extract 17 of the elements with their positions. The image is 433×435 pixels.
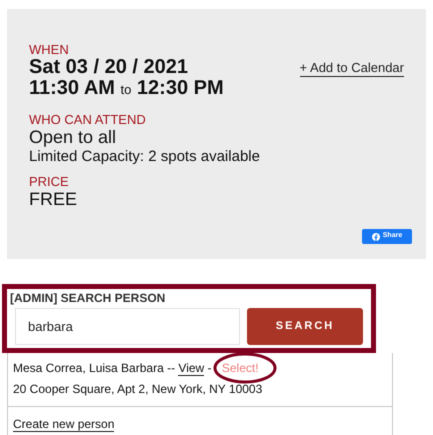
search-field[interactable]: barbara	[15, 308, 240, 345]
field-label: WHEN	[29, 43, 70, 57]
add-to-calendar-link[interactable]: + Add to Calendar	[300, 61, 404, 77]
search-button[interactable]: SEARCH	[247, 308, 363, 345]
facebook-icon	[372, 232, 380, 240]
event-time: 11:30 AM to 12:30 PM	[29, 77, 224, 101]
address-text: 20 Cooper Square, Apt 2, New York, NY 10003	[13, 381, 264, 398]
field-label: WHO CAN ATTEND	[29, 113, 147, 127]
capacity-text: Limited Capacity: 2 spots available	[29, 147, 261, 166]
field-label: PRICE	[29, 175, 70, 189]
view-link[interactable]: View	[178, 361, 204, 376]
attendance-text: Open to all	[29, 127, 118, 147]
price-text: FREE	[29, 189, 78, 209]
create-person-link[interactable]: Create new person	[13, 417, 114, 432]
event-date: Sat 03 / 20 / 2021	[29, 57, 190, 77]
search-title: [ADMIN] SEARCH PERSON	[10, 291, 166, 305]
person-result: Mesa Correa, Luisa Barbara -- View - Select!	[13, 360, 260, 378]
